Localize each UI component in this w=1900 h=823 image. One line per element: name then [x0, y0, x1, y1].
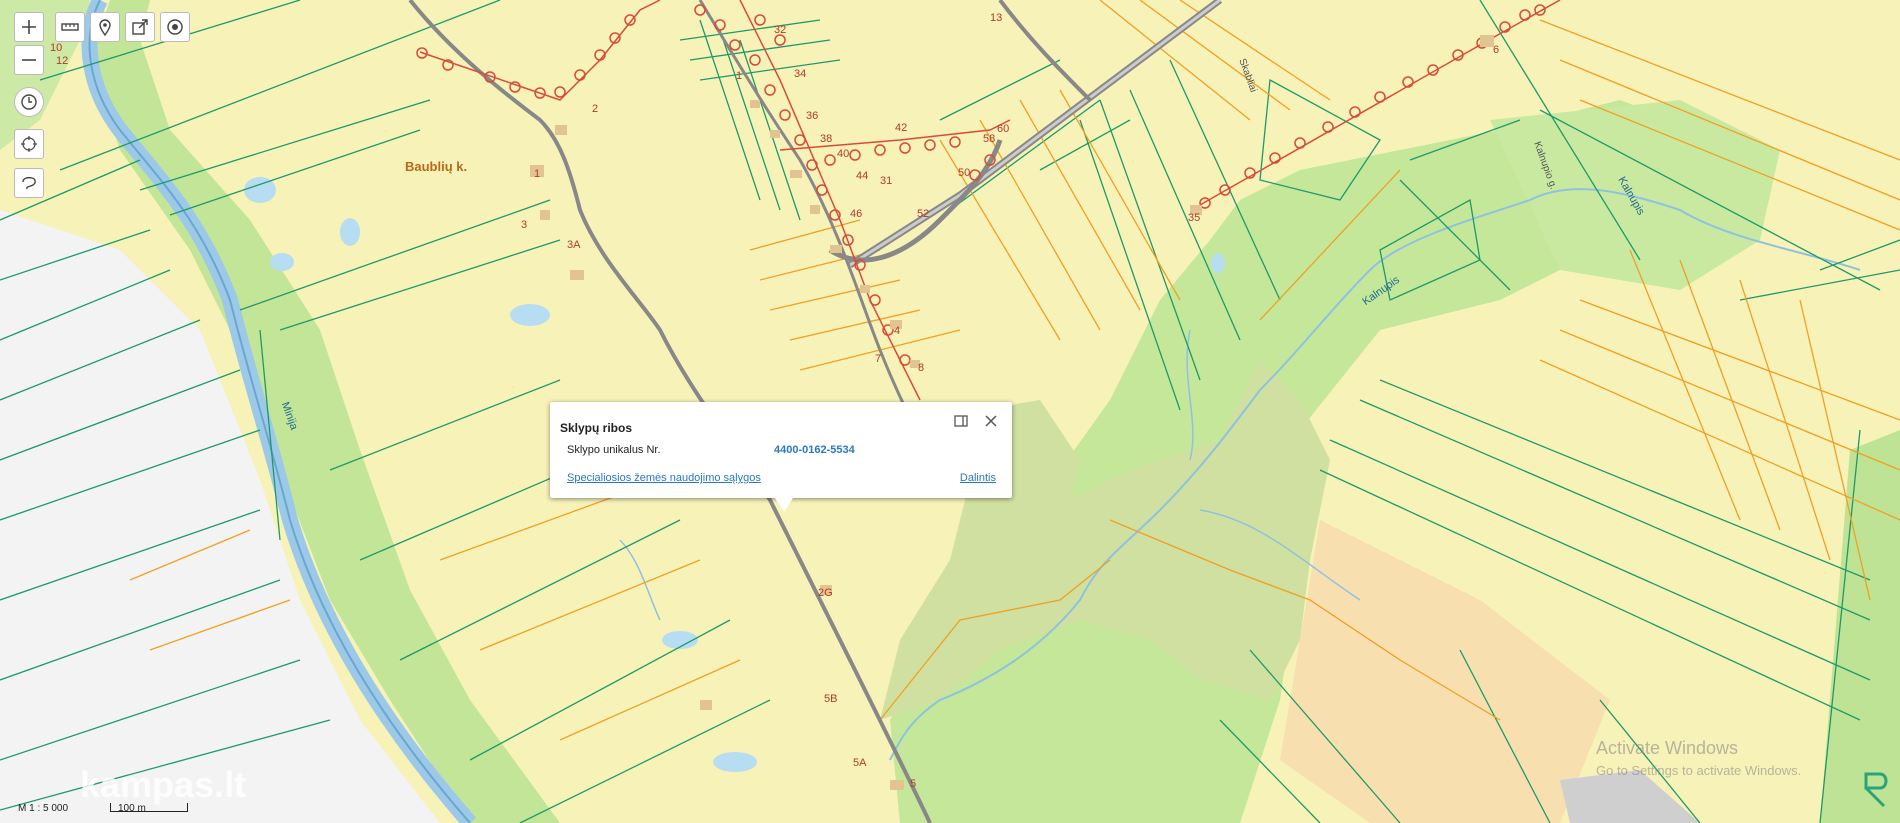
plot-number: 5A: [853, 757, 867, 769]
logo-icon: [1864, 772, 1888, 808]
plot-number: 58: [983, 133, 996, 145]
plot-number: 3A: [567, 239, 581, 251]
windows-activation-subtitle: Go to Settings to activate Windows.: [1596, 763, 1802, 778]
plot-number: 34: [794, 68, 807, 80]
locate-button[interactable]: [160, 12, 190, 42]
plot-number: 5: [910, 778, 917, 790]
plot-number: 31: [880, 175, 893, 187]
plot-number: 8: [918, 362, 925, 374]
plot-number: 44: [856, 170, 869, 182]
plot-number: 1: [534, 168, 541, 180]
ruler-icon: [61, 23, 79, 31]
maximize-icon[interactable]: [953, 413, 969, 429]
target-icon: [167, 19, 183, 35]
plot-number: 1: [736, 70, 743, 82]
share-export-button[interactable]: [125, 12, 155, 42]
parcel-info-popup: Sklypų ribos Sklypo unikalus Nr. 4400-01…: [550, 402, 1012, 512]
plot-number: 42: [895, 122, 908, 134]
plot-number: 2G: [818, 587, 833, 599]
clock-icon: [21, 94, 37, 110]
plot-number: 40: [837, 148, 850, 160]
place-name-baubliai: Baublių k.: [405, 159, 468, 174]
parcel-id-label: Sklypo unikalus Nr.: [567, 444, 661, 456]
plot-number: 2: [592, 103, 599, 115]
plot-number: 7: [875, 353, 882, 365]
share-link[interactable]: Dalintis: [960, 472, 996, 484]
close-icon[interactable]: [983, 413, 999, 429]
measure-button[interactable]: [55, 12, 85, 42]
special-conditions-link[interactable]: Specialiosios žemės naudojimo sąlygos: [567, 472, 761, 484]
minus-icon: [22, 59, 36, 61]
share-icon: [132, 19, 148, 35]
brand-watermark: kampas.lt: [80, 764, 247, 805]
plus-icon: [22, 20, 36, 34]
history-button[interactable]: [14, 87, 44, 117]
plot-number: 12: [56, 55, 69, 67]
plot-number: 46: [850, 208, 863, 220]
map-pin-icon: [99, 19, 111, 36]
zoom-out-button[interactable]: [14, 45, 44, 75]
scale-ratio: M 1 : 5 000: [18, 803, 69, 814]
plot-number: 38: [820, 133, 833, 145]
plot-number: 3: [521, 219, 528, 231]
lasso-select-button[interactable]: [14, 168, 44, 198]
crosshair-icon: [21, 136, 37, 152]
plot-number: 13: [990, 12, 1003, 24]
zoom-in-button[interactable]: [14, 12, 44, 42]
parcel-id-value: 4400-0162-5534: [774, 444, 855, 456]
plot-number: 52: [917, 208, 930, 220]
lasso-icon: [22, 176, 36, 190]
plot-number: 32: [774, 24, 787, 36]
windows-activation-title: Activate Windows: [1596, 738, 1739, 758]
plot-number: 4: [894, 325, 901, 337]
place-marker-button[interactable]: [90, 12, 120, 42]
plot-number: 35: [1188, 212, 1201, 224]
plot-number: 50: [958, 167, 971, 179]
popup-title: Sklypų ribos: [560, 421, 633, 435]
plot-number: 36: [806, 110, 819, 122]
plot-number: 5B: [824, 693, 838, 705]
my-location-button[interactable]: [14, 129, 44, 159]
plot-number: 10: [50, 42, 63, 54]
plot-number: 6: [1493, 44, 1500, 56]
plot-number: 60: [997, 123, 1010, 135]
